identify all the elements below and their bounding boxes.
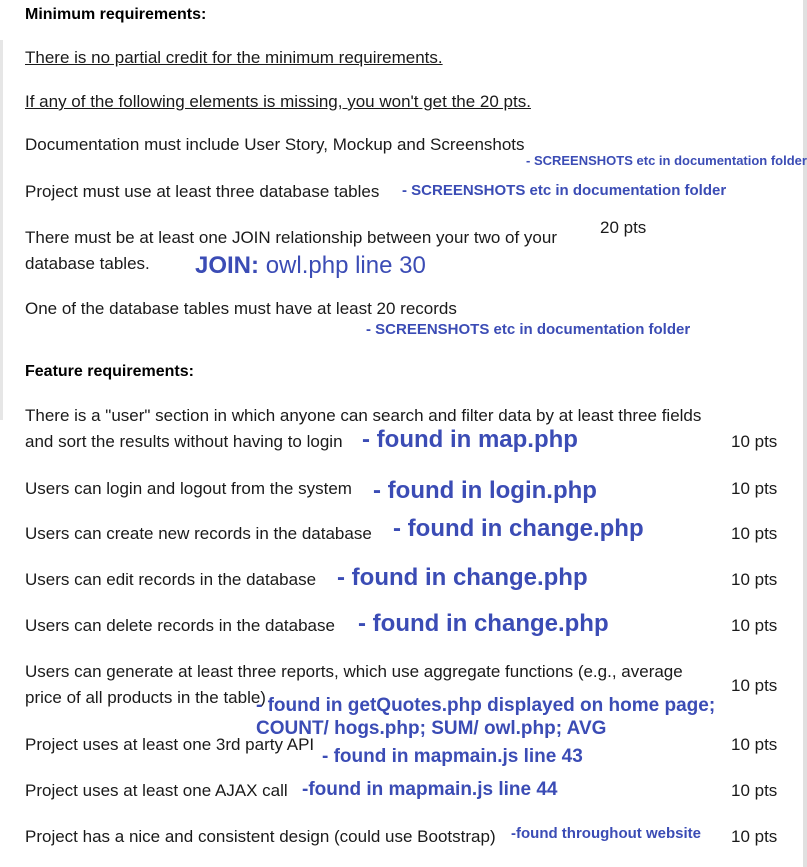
feature-consistent-design-annotation: -found throughout website xyxy=(511,825,701,842)
feature-user-section-line2: and sort the results without having to l… xyxy=(25,432,343,451)
feature-user-section-line1: There is a "user" section in which anyon… xyxy=(25,406,702,425)
feature-edit-records-points: 10 pts xyxy=(731,570,778,589)
join-annotation-rest: owl.php line 30 xyxy=(265,252,426,279)
min-req-twenty-records: One of the database tables must have at … xyxy=(25,299,457,318)
feature-ajax-call-annotation: -found in mapmain.js line 44 xyxy=(302,779,558,800)
feature-create-records: Users can create new records in the data… xyxy=(25,524,372,543)
right-edge-bar xyxy=(803,0,807,867)
missing-elements-note: If any of the following elements is miss… xyxy=(25,92,531,111)
feature-create-records-points: 10 pts xyxy=(731,524,778,543)
feature-create-records-annotation: - found in change.php xyxy=(393,515,644,542)
min-req-join-line1: There must be at least one JOIN relation… xyxy=(25,228,557,247)
feature-ajax-call-points: 10 pts xyxy=(731,781,778,800)
feature-login-logout-points: 10 pts xyxy=(731,479,778,498)
feature-edit-records: Users can edit records in the database xyxy=(25,570,317,589)
left-edge-bar xyxy=(0,40,3,420)
feature-user-section-points: 10 pts xyxy=(731,432,778,451)
feature-third-party-api-points: 10 pts xyxy=(731,735,778,754)
min-req-documentation: Documentation must include User Story, M… xyxy=(25,135,525,154)
feature-third-party-api: Project uses at least one 3rd party API xyxy=(25,735,315,754)
min-req-points: 20 pts xyxy=(600,218,647,237)
min-req-three-tables-annotation: - SCREENSHOTS etc in documentation folde… xyxy=(402,182,727,199)
feature-delete-records-annotation: - found in change.php xyxy=(358,610,609,637)
min-req-join-annotation: JOIN: owl.php line 30 xyxy=(195,254,426,278)
min-req-three-tables: Project must use at least three database… xyxy=(25,182,380,201)
feature-reports-line2: price of all products in the table) xyxy=(25,688,266,707)
feature-user-section-annotation: - found in map.php xyxy=(362,426,578,453)
min-req-join-line2: database tables. xyxy=(25,254,150,273)
feature-reports-line1: Users can generate at least three report… xyxy=(25,662,683,681)
feature-requirements-heading: Feature requirements: xyxy=(25,363,194,380)
feature-third-party-api-annotation: - found in mapmain.js line 43 xyxy=(322,746,583,767)
feature-consistent-design: Project has a nice and consistent design… xyxy=(25,827,496,846)
feature-ajax-call: Project uses at least one AJAX call xyxy=(25,781,288,800)
join-annotation-prefix: JOIN: xyxy=(195,252,260,279)
no-partial-credit-note: There is no partial credit for the minim… xyxy=(25,48,443,67)
feature-delete-records: Users can delete records in the database xyxy=(25,616,335,635)
feature-reports-annotation-line1: - found in getQuotes.php displayed on ho… xyxy=(256,695,716,716)
feature-login-logout-annotation: - found in login.php xyxy=(373,477,597,504)
min-req-twenty-records-annotation: - SCREENSHOTS etc in documentation folde… xyxy=(366,321,691,338)
feature-login-logout: Users can login and logout from the syst… xyxy=(25,479,352,498)
feature-delete-records-points: 10 pts xyxy=(731,616,778,635)
min-req-documentation-annotation: - SCREENSHOTS etc in documentation folde… xyxy=(526,153,807,168)
feature-reports-points: 10 pts xyxy=(731,676,778,695)
feature-edit-records-annotation: - found in change.php xyxy=(337,564,588,591)
feature-consistent-design-points: 10 pts xyxy=(731,827,778,846)
min-requirements-heading: Minimum requirements: xyxy=(25,6,207,23)
